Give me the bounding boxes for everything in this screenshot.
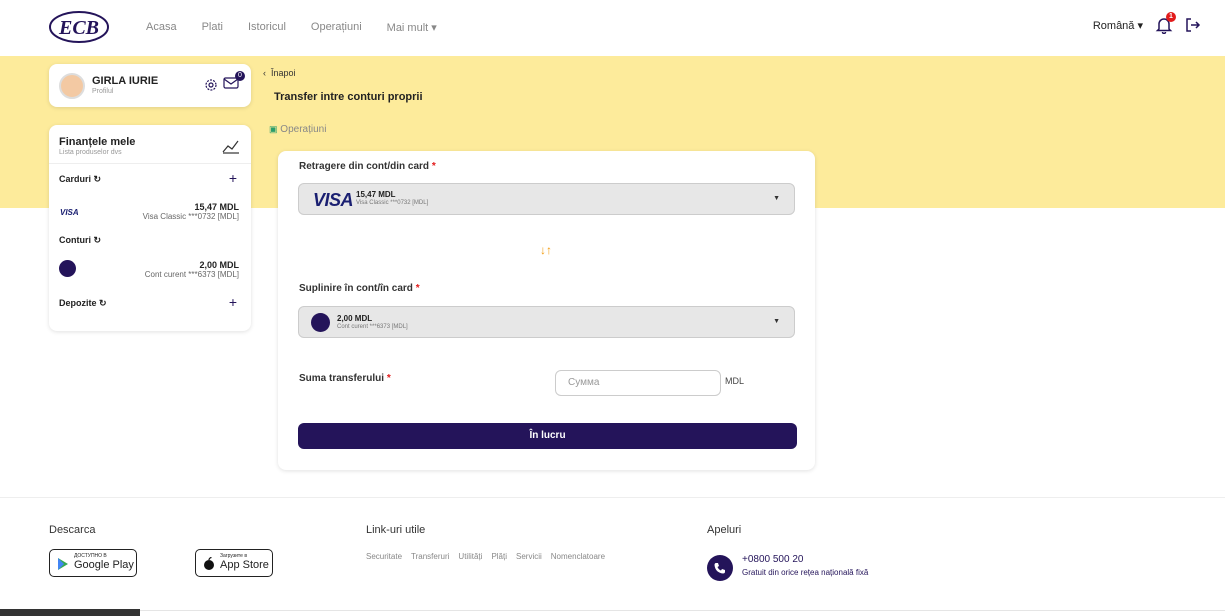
- chart-icon[interactable]: [222, 138, 240, 154]
- profile-name: GIRLA IURIE: [92, 75, 159, 87]
- back-link[interactable]: ‹ Înapoi: [263, 68, 296, 78]
- app-store-label: App Store: [220, 559, 269, 571]
- deposits-section-label[interactable]: Depozite ↻: [59, 298, 107, 309]
- add-deposit-button[interactable]: +: [229, 294, 237, 310]
- calls-title: Apeluri: [707, 524, 742, 536]
- nav-right: Română ▾ 1: [1093, 12, 1201, 35]
- required-mark: *: [431, 161, 436, 172]
- account-amount[interactable]: 2,00 MDL: [199, 260, 239, 270]
- required-mark: *: [386, 373, 391, 384]
- footer-link-securitate[interactable]: Securitate: [366, 552, 402, 561]
- add-card-button[interactable]: +: [229, 170, 237, 186]
- from-description: Visa Classic ***0732 [MDL]: [356, 200, 429, 206]
- chevron-down-icon: ▼: [773, 195, 780, 202]
- messages-button[interactable]: 0: [223, 71, 245, 92]
- phone-glyph: [714, 563, 725, 574]
- to-label-text: Suplinire în cont/în card: [299, 283, 413, 294]
- profile-card[interactable]: GIRLA IURIE Profilul 0: [49, 64, 251, 107]
- refresh-icon[interactable]: ↻: [94, 235, 102, 245]
- apple-icon: [204, 557, 214, 570]
- wallet-icon: [59, 260, 76, 277]
- google-play-label: Google Play: [74, 559, 134, 571]
- footer-link-servicii[interactable]: Servicii: [516, 552, 542, 561]
- app-store-badge[interactable]: Загрузите в App Store: [195, 549, 273, 577]
- top-navbar: ECB Acasa Plati Istoricul Operațiuni Mai…: [0, 0, 1225, 56]
- to-amount: 2,00 MDL: [337, 314, 373, 323]
- chevron-left-icon: ‹: [263, 68, 266, 78]
- cards-label: Carduri: [59, 174, 92, 184]
- notification-badge: 1: [1166, 12, 1176, 22]
- deposits-label: Depozite: [59, 298, 97, 308]
- links-title: Link-uri utile: [366, 524, 426, 536]
- from-field-label: Retragere din cont/din card *: [299, 161, 436, 172]
- svg-text:ECB: ECB: [58, 17, 99, 39]
- nav-link-mai-mult[interactable]: Mai mult ▾: [387, 21, 437, 34]
- wallet-icon: [311, 313, 330, 332]
- google-play-icon: [58, 558, 68, 570]
- from-label-text: Retragere din cont/din card: [299, 161, 430, 172]
- phone-note: Gratuit din orice rețea națională fixă: [742, 568, 869, 577]
- from-amount: 15,47 MDL: [356, 190, 396, 199]
- to-account-select[interactable]: 2,00 MDL Cont curent ***6373 [MDL] ▼: [298, 306, 795, 338]
- currency-label: MDL: [725, 376, 745, 386]
- phone-number[interactable]: +0800 500 20: [742, 554, 803, 565]
- to-field-label: Suplinire în cont/în card *: [299, 283, 420, 294]
- phone-icon[interactable]: [707, 555, 733, 581]
- nav-link-acasa[interactable]: Acasa: [146, 21, 177, 34]
- finance-subtitle: Lista produselor dvs: [59, 149, 122, 156]
- visa-logo: VISA: [313, 190, 354, 210]
- sum-label-text: Suma transferului: [299, 373, 385, 384]
- language-select[interactable]: Română ▾: [1093, 19, 1143, 32]
- nav-link-operatiuni[interactable]: Operațiuni: [311, 21, 362, 34]
- profile-link[interactable]: Profilul: [92, 88, 113, 95]
- visa-icon: VISA: [60, 208, 79, 217]
- footer-link-transferuri[interactable]: Transferuri: [411, 552, 449, 561]
- gear-icon[interactable]: [204, 78, 218, 92]
- nav-link-istoricul[interactable]: Istoricul: [248, 21, 286, 34]
- required-mark: *: [415, 283, 420, 294]
- google-play-badge[interactable]: ДОСТУПНО В Google Play: [49, 549, 137, 577]
- status-bar: [0, 609, 140, 616]
- transfer-form: Retragere din cont/din card * VISA 15,47…: [278, 151, 815, 470]
- avatar: [59, 73, 85, 99]
- download-title: Descarca: [49, 524, 96, 536]
- divider: [49, 163, 251, 164]
- footer-links: Securitate Transferuri Utilități Plăți S…: [366, 552, 614, 561]
- card-amount[interactable]: 15,47 MDL: [194, 202, 239, 212]
- sum-field-label: Suma transferului *: [299, 373, 391, 384]
- cards-section-label[interactable]: Carduri ↻: [59, 174, 101, 185]
- logout-icon[interactable]: [1185, 17, 1201, 33]
- accounts-section-label[interactable]: Conturi ↻: [59, 235, 101, 246]
- operations-link[interactable]: ▣ Operațiuni: [269, 124, 326, 135]
- ecb-logo[interactable]: ECB: [48, 10, 110, 44]
- nav-link-plati[interactable]: Plati: [202, 21, 223, 34]
- from-account-select[interactable]: VISA 15,47 MDL Visa Classic ***0732 [MDL…: [298, 183, 795, 215]
- back-label: Înapoi: [271, 68, 296, 78]
- submit-button[interactable]: În lucru: [298, 423, 797, 449]
- refresh-icon[interactable]: ↻: [99, 298, 107, 308]
- swap-icon[interactable]: ↓↑: [540, 243, 552, 257]
- footer-link-utilitati[interactable]: Utilități: [458, 552, 482, 561]
- accounts-label: Conturi: [59, 235, 91, 245]
- to-description: Cont curent ***6373 [MDL]: [337, 324, 408, 330]
- bottom-divider: [0, 610, 1225, 611]
- chevron-down-icon: ▼: [773, 318, 780, 325]
- footer-link-nomenclatoare[interactable]: Nomenclatoare: [551, 552, 605, 561]
- card-description[interactable]: Visa Classic ***0732 [MDL]: [143, 212, 239, 221]
- document-icon: ▣: [269, 124, 278, 134]
- page-title: Transfer intre conturi proprii: [274, 91, 423, 103]
- finance-card: Finanțele mele Lista produselor dvs Card…: [49, 125, 251, 331]
- operations-label: Operațiuni: [280, 124, 327, 135]
- message-badge: 0: [235, 71, 245, 81]
- finance-title: Finanțele mele: [59, 136, 136, 148]
- main-nav: Acasa Plati Istoricul Operațiuni Mai mul…: [146, 21, 462, 34]
- footer-link-plati[interactable]: Plăți: [491, 552, 507, 561]
- notifications-button[interactable]: 1: [1155, 12, 1176, 35]
- refresh-icon[interactable]: ↻: [94, 174, 102, 184]
- footer-divider: [0, 497, 1225, 498]
- account-description[interactable]: Cont curent ***6373 [MDL]: [145, 270, 239, 279]
- amount-input[interactable]: Сумма: [555, 370, 721, 396]
